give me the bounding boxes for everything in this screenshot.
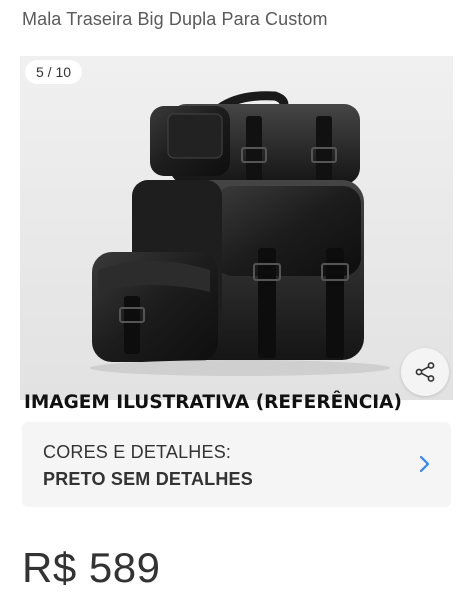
image-counter-badge: 5 / 10 [25, 60, 83, 84]
product-title: Mala Traseira Big Dupla Para Custom [22, 9, 328, 29]
image-caption: IMAGEM ILUSTRATIVA (REFERÊNCIA) [24, 392, 402, 413]
product-image [20, 56, 453, 400]
variant-value: PRETO SEM DETALHES [43, 469, 253, 489]
price-amount: 589 [88, 544, 161, 591]
share-icon [415, 362, 435, 382]
share-button[interactable] [401, 348, 449, 396]
chevron-right-icon [419, 455, 430, 473]
variant-label: CORES E DETALHES: [43, 442, 232, 462]
variant-selector[interactable]: CORES E DETALHES: PRETO SEM DETALHES [22, 422, 451, 507]
price-currency: R$ [22, 544, 77, 591]
product-image-gallery[interactable]: 5 / 10 [20, 56, 453, 400]
product-price: R$ 589 [22, 544, 160, 592]
